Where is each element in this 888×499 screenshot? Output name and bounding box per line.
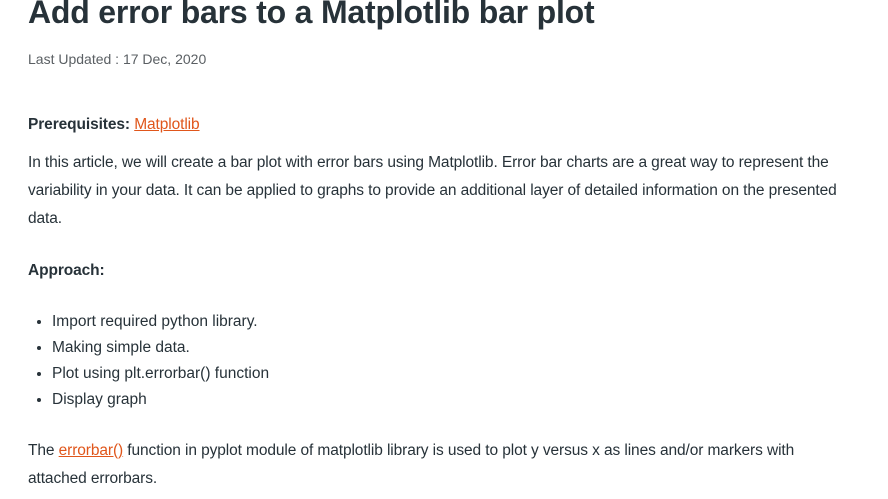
errorbar-prefix: The [28, 442, 55, 459]
approach-heading: Approach: [28, 257, 848, 285]
approach-list: Import required python library. Making s… [28, 309, 269, 413]
errorbar-paragraph: The errorbar() function in pyplot module… [28, 437, 848, 493]
approach-label: Approach: [28, 262, 105, 279]
article-title: Add error bars to a Matplotlib bar plot [28, 0, 595, 30]
errorbar-text: function in pyplot module of matplotlib … [28, 442, 795, 487]
prerequisites-label: Prerequisites: [28, 116, 130, 133]
errorbar-link[interactable]: errorbar() [59, 442, 124, 459]
intro-paragraph: In this article, we will create a bar pl… [28, 154, 837, 227]
list-item: Import required python library. [52, 309, 269, 335]
list-item: Display graph [52, 387, 269, 413]
list-item: Plot using plt.errorbar() function [52, 361, 269, 387]
prerequisites: Prerequisites: Matplotlib [28, 111, 848, 139]
last-updated: Last Updated : 17 Dec, 2020 [28, 51, 207, 67]
list-item: Making simple data. [52, 335, 269, 361]
matplotlib-link[interactable]: Matplotlib [134, 116, 199, 133]
